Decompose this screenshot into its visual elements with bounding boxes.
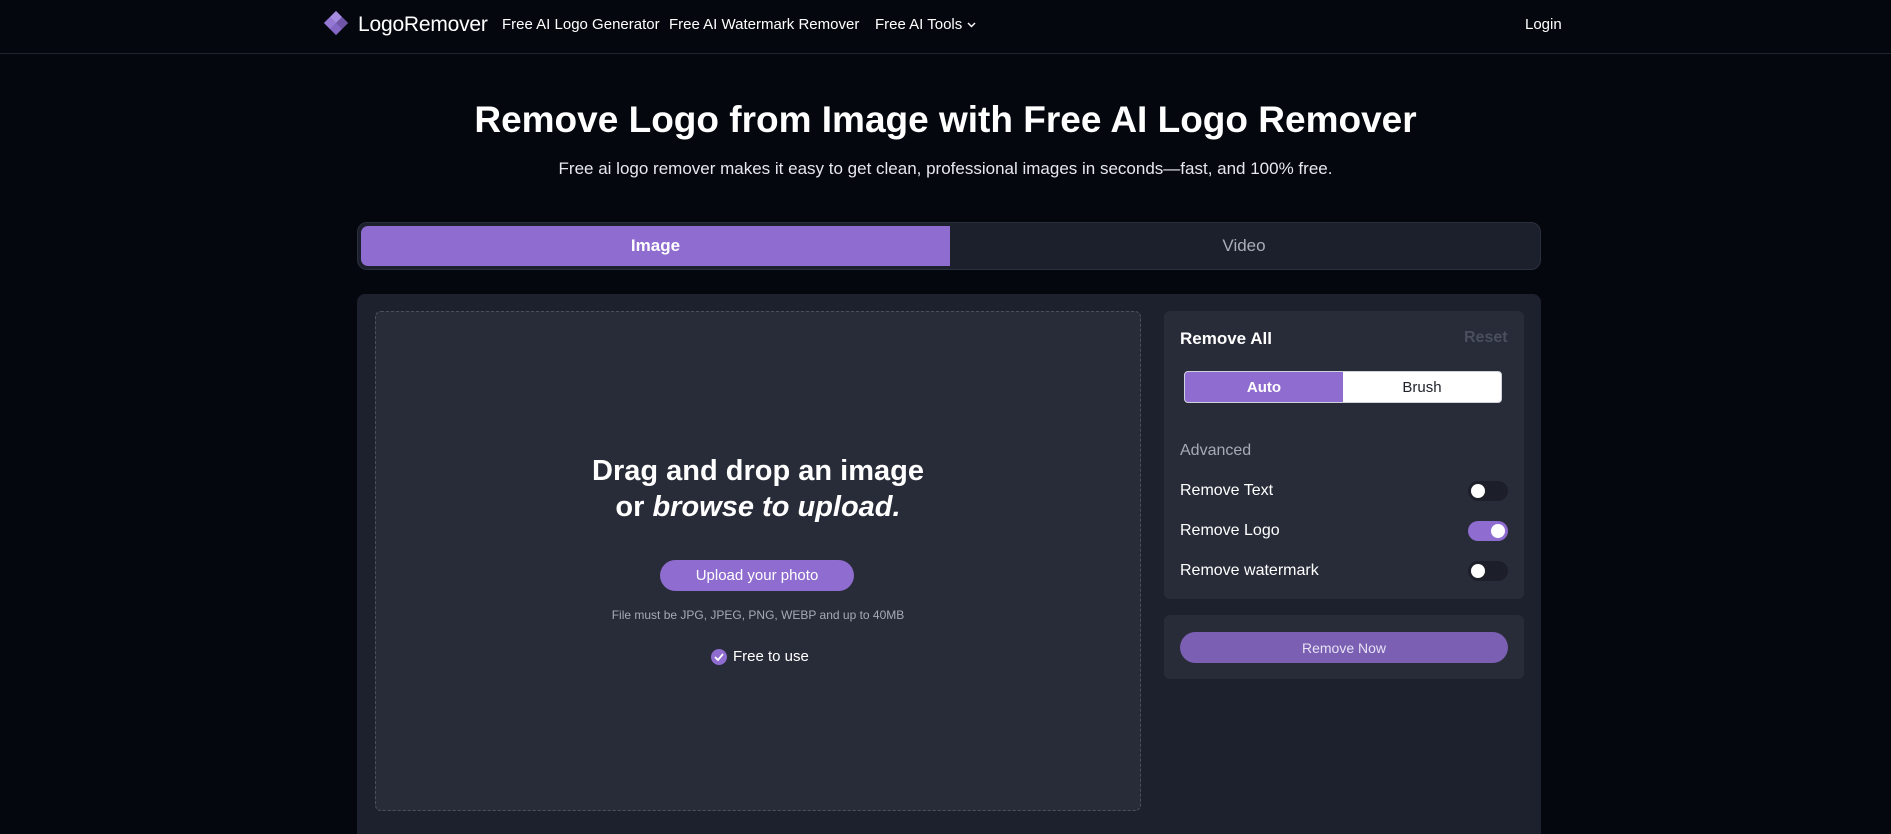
nav-ai-tools-dropdown[interactable]: Free AI Tools [875,16,976,33]
remove-now-button[interactable]: Remove Now [1180,632,1508,663]
remove-watermark-toggle[interactable] [1468,561,1508,581]
brand-name: LogoRemover [358,13,488,36]
remove-text-toggle[interactable] [1468,481,1508,501]
free-to-use-badge: Free to use [711,648,809,665]
dropzone-or-text: or [615,491,653,523]
nav-logo-generator[interactable]: Free AI Logo Generator [502,16,660,33]
tab-video[interactable]: Video [950,226,1538,266]
toggle-knob [1471,564,1485,578]
advanced-heading: Advanced [1180,442,1252,459]
remove-watermark-label: Remove watermark [1180,562,1319,579]
remove-text-label: Remove Text [1180,482,1274,499]
top-navbar: LogoRemover Free AI Logo Generator Free … [0,0,1891,54]
dropzone-heading: Drag and drop an image [592,455,924,487]
remove-logo-toggle[interactable] [1468,521,1508,541]
toggle-knob [1491,524,1505,538]
settings-title: Remove All [1180,329,1272,348]
check-circle-icon [711,648,727,665]
tab-image[interactable]: Image [361,226,950,266]
page-subtitle: Free ai logo remover makes it easy to ge… [558,159,1333,178]
mode-auto-button[interactable]: Auto [1185,372,1343,402]
reset-button[interactable]: Reset [1464,329,1508,347]
upload-photo-button[interactable]: Upload your photo [660,560,854,591]
media-type-tabs: Image Video [357,222,1541,270]
nav-label: Free AI Tools [875,16,963,33]
nav-watermark-remover[interactable]: Free AI Watermark Remover [669,16,859,33]
login-link[interactable]: Login [1525,16,1562,33]
toggle-knob [1471,484,1485,498]
mode-segmented-control: Auto Brush [1184,371,1502,403]
dropzone-heading-2: or browse to upload. [375,491,1141,524]
free-to-use-label: Free to use [733,648,809,665]
page-title: Remove Logo from Image with Free AI Logo… [474,99,1417,140]
file-requirements-note: File must be JPG, JPEG, PNG, WEBP and up… [611,608,905,622]
diamond-logo-icon [324,11,348,35]
browse-upload-link[interactable]: browse to upload. [652,491,900,523]
brand-link[interactable]: LogoRemover [320,10,488,40]
remove-logo-label: Remove Logo [1180,522,1280,539]
nav-label: Free AI Logo Generator [502,16,660,33]
chevron-down-icon [967,22,976,27]
nav-label: Free AI Watermark Remover [669,16,860,33]
mode-brush-button[interactable]: Brush [1343,372,1501,402]
